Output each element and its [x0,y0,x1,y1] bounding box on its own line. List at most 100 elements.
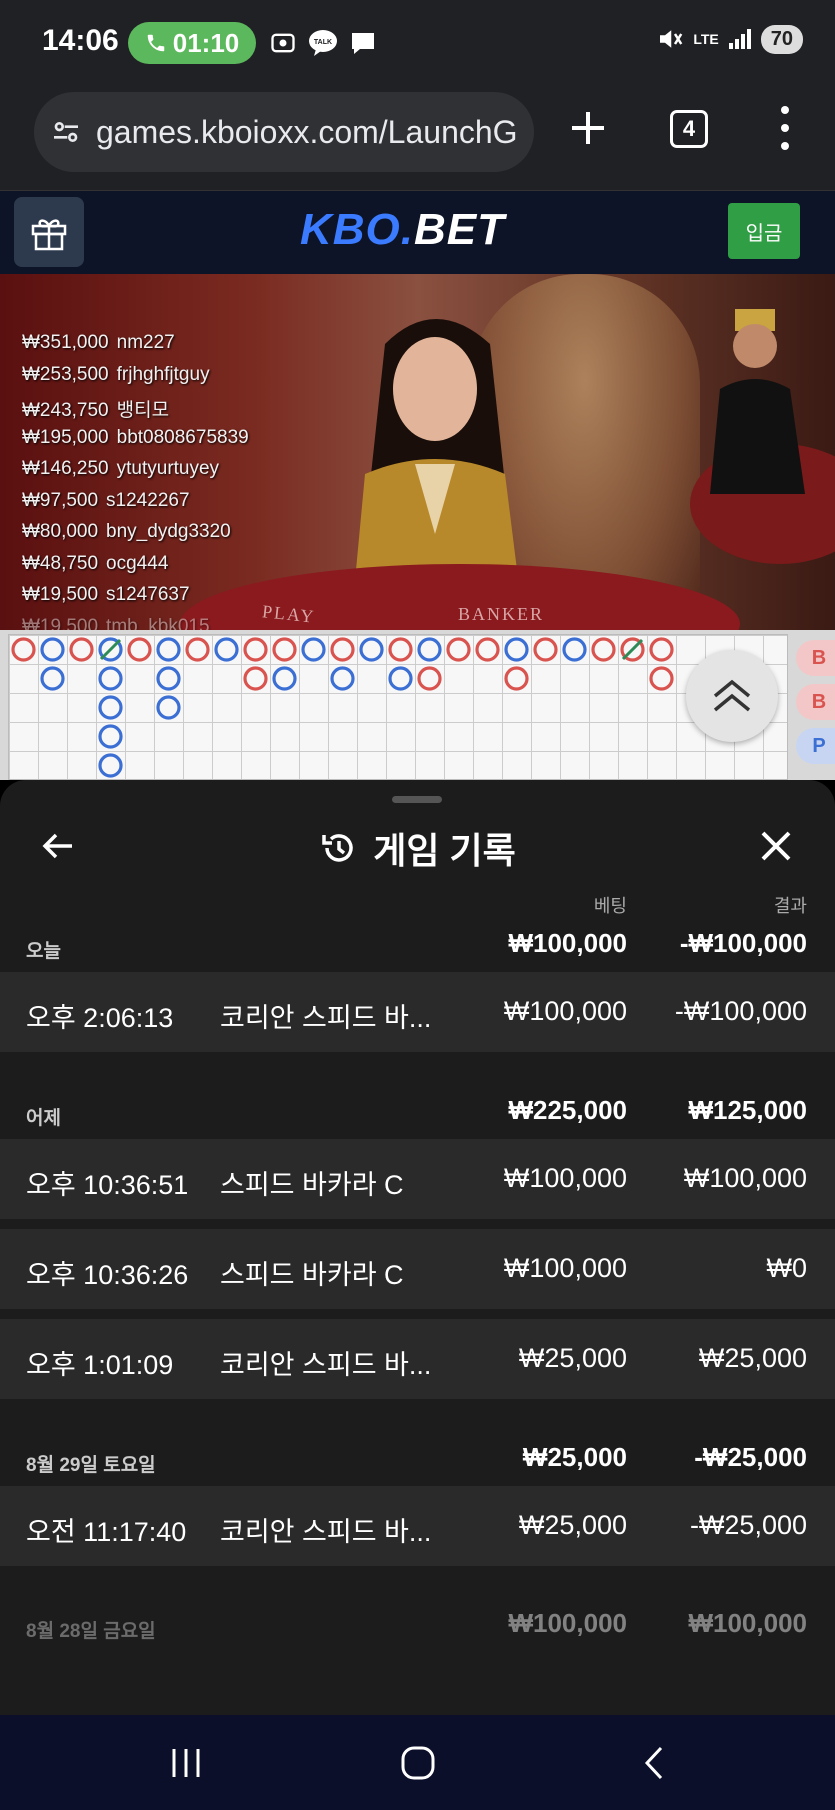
bet-row: ₩97,500 s1242267 [22,489,190,511]
road-bead [359,637,384,662]
road-bead [98,753,123,778]
url-text[interactable]: games.kboioxx.com/LaunchG [96,114,518,151]
row-result: ₩0 [766,1253,808,1283]
back-icon [644,1746,663,1780]
bet-row: ₩146,250 ytutyurtuyey [22,458,220,479]
row-bet: ₩25,000 [518,1343,627,1373]
road-bead [562,637,587,662]
tab-switcher-button[interactable]: 4 [670,110,708,148]
call-indicator[interactable]: 01:10 [128,22,256,64]
expand-road-button[interactable] [686,650,778,742]
network-label: LTE [693,31,719,47]
live-video[interactable]: PLAY BANKER ₩351,000 nm227 ₩253,500 frjhgh… [0,274,835,630]
recent-apps-button[interactable] [164,1741,208,1785]
road-bead [330,666,355,691]
road-bead [11,637,36,662]
history-row[interactable]: 오후 10:36:51 스피드 바카라 C ₩100,000 ₩100,000 [0,1139,835,1219]
game-history-sheet: 게임 기록 베팅 결과 오늘 ₩100,000 -₩100,000 오후 2:0… [0,780,835,1715]
group-date: 8월 28일 금요일 [26,1621,156,1642]
road-bead [475,637,500,662]
gift-button[interactable] [14,197,84,267]
logo-part-bet: BET [414,205,505,254]
bet-row: ₩19,500 tmb_kbk015 [22,615,210,631]
road-bead [185,637,210,662]
road-bead [301,637,326,662]
row-game: 코리안 스피드 바... [220,1350,432,1380]
back-button[interactable] [632,1741,676,1785]
group-bet-total: ₩225,000 [508,1095,627,1125]
side-pill[interactable]: B [796,640,835,676]
status-time: 14:06 [42,24,119,57]
row-time: 오전 11:17:40 [26,1517,187,1547]
road-bead [272,637,297,662]
row-bet: ₩100,000 [503,1163,627,1193]
date-group-header: 오늘 ₩100,000 -₩100,000 [0,910,835,972]
road-bead [243,666,268,691]
deposit-button[interactable]: 입금 [728,203,800,259]
road-bead [504,637,529,662]
background-person [710,309,805,494]
call-timer: 01:10 [172,27,240,58]
row-time: 오후 10:36:26 [26,1260,189,1290]
home-button[interactable] [396,1741,440,1785]
svg-text:TALK: TALK [314,39,332,46]
road-bead [504,666,529,691]
road-bead [40,666,65,691]
road-bead [417,666,442,691]
side-pill[interactable]: P [796,728,835,764]
group-result-total: ₩125,000 [688,1095,807,1125]
sheet-title: 게임 기록 [0,822,835,874]
signal-icon [728,29,751,49]
sheet-title-text: 게임 기록 [373,830,516,871]
row-result: ₩25,000 [698,1343,807,1373]
group-date: 오늘 [26,941,61,962]
logo-part-kbo: KBO. [300,205,414,254]
road-bead [388,637,413,662]
live-bets-list: ₩351,000 nm227 ₩253,500 frjhghfjtguy ₩243,… [22,332,249,630]
road-bead [156,695,181,720]
row-game: 코리안 스피드 바... [220,1003,432,1033]
bet-row: ₩351,000 nm227 [22,332,175,353]
bet-row: ₩80,000 bny_dydg3320 [22,521,231,542]
bet-row: ₩19,500 s1247637 [22,584,190,605]
road-bead [591,637,616,662]
group-bet-total: ₩100,000 [508,1608,627,1638]
recents-icon [172,1749,200,1777]
road-bead [533,637,558,662]
sheet-drag-handle[interactable] [392,796,442,803]
road-side-pills: B B P [796,640,835,772]
history-row[interactable]: 오후 2:06:13 코리안 스피드 바... ₩100,000 -₩100,0… [0,972,835,1052]
road-bead [40,637,65,662]
site-settings-icon[interactable] [50,116,82,148]
phone-icon [147,34,164,52]
system-nav-bar [0,1715,835,1810]
road-bead [69,637,94,662]
close-icon[interactable] [756,826,796,866]
road-grid [8,634,788,780]
row-game: 코리안 스피드 바... [220,1517,432,1547]
more-menu-icon[interactable] [775,106,795,150]
battery-level: 70 [760,24,803,54]
side-pill[interactable]: B [796,684,835,720]
address-bar[interactable]: games.kboioxx.com/LaunchG [34,92,534,172]
group-date: 어제 [26,1108,61,1129]
banker-area-label: BANKER [458,604,545,624]
bet-row: ₩253,500 frjhghfjtguy [22,363,210,385]
road-bead [127,637,152,662]
row-time: 오후 10:36:51 [26,1170,189,1200]
road-bead [214,637,239,662]
history-row[interactable]: 오전 11:17:40 코리안 스피드 바... ₩25,000 -₩25,00… [0,1486,835,1566]
date-group-header: 8월 28일 금요일 ₩100,000 ₩100,000 [0,1590,835,1652]
row-time: 오후 2:06:13 [26,1003,174,1033]
history-row[interactable]: 오후 10:36:26 스피드 바카라 C ₩100,000 ₩0 [0,1229,835,1309]
status-bar: 14:06 01:10 TALK LTE 70 [0,0,835,88]
bet-row: ₩195,000 bbt0808675839 [22,426,249,448]
bet-row: ₩48,750 ocg444 [22,552,169,574]
row-result: -₩100,000 [674,996,807,1026]
home-icon [401,1746,435,1780]
new-tab-icon[interactable] [566,106,610,150]
history-row[interactable]: 오후 1:01:09 코리안 스피드 바... ₩25,000 ₩25,000 [0,1319,835,1399]
site-logo[interactable]: KBO.BET [300,205,505,255]
row-result: -₩25,000 [689,1510,807,1540]
history-icon [322,834,353,862]
